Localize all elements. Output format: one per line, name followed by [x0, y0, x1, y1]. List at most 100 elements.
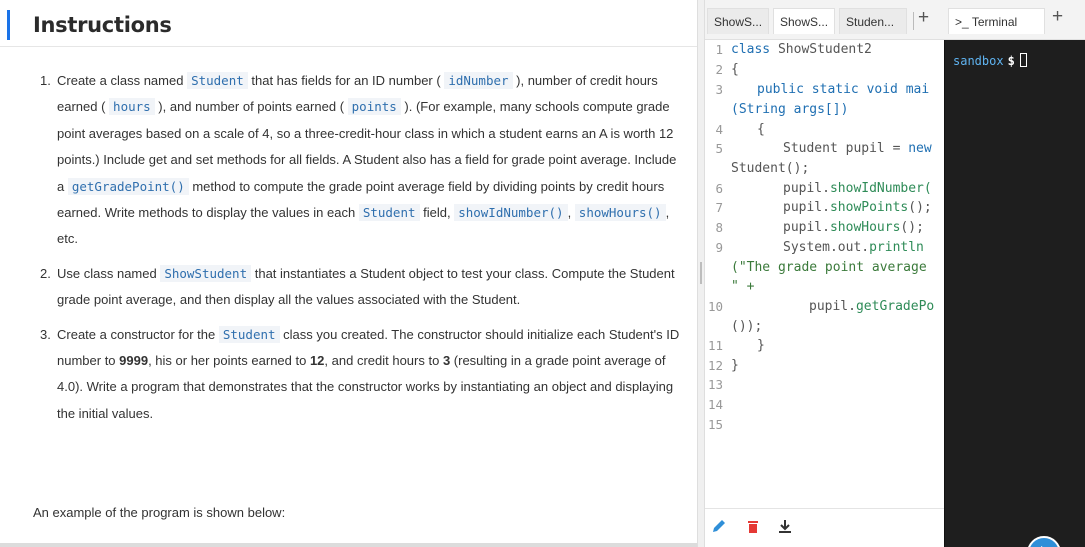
add-tab-icon[interactable]: + [918, 7, 929, 29]
code-token: pupil. [809, 299, 856, 314]
code-token: new [908, 141, 932, 156]
terminal-prompt: sandbox $ [953, 53, 1027, 68]
editor-footer-divider [705, 508, 944, 509]
text: Create a class named [57, 73, 188, 88]
code-span: showHours() [574, 204, 666, 222]
text: field, [419, 205, 455, 221]
code-span: points [347, 98, 401, 116]
code-span: idNumber [444, 72, 513, 89]
tab-showstudent-1[interactable]: ShowS... [707, 8, 769, 34]
line-number: 6 [715, 181, 723, 196]
text: that has fields for an ID number ( [247, 73, 445, 88]
code-token: pupil. [783, 220, 830, 235]
pencil-icon[interactable] [711, 518, 727, 534]
code-area[interactable]: 1 2 3 4 5 6 7 8 9 10 11 12 13 14 15 clas… [705, 40, 944, 510]
tab-terminal[interactable]: >_ Terminal [948, 8, 1045, 34]
code-token: pupil. [783, 181, 830, 196]
text: Use class named [57, 265, 161, 281]
example-caption: An example of the program is shown below… [33, 505, 286, 520]
bold-value: 12 [309, 353, 325, 369]
line-number: 7 [715, 200, 723, 215]
code-token: class [731, 42, 771, 57]
line-number: 4 [715, 122, 723, 137]
tab-student[interactable]: Studen... [839, 8, 907, 34]
line-number-gutter: 1 2 3 4 5 6 7 8 9 10 11 12 13 14 15 [705, 40, 727, 510]
code-line: pupil.showIdNumber( [783, 181, 932, 196]
text: Create a constructor for the [57, 326, 219, 342]
code-line: Student pupil = new [783, 141, 932, 156]
text: , [567, 205, 575, 221]
item-number: 2. [40, 265, 51, 281]
instruction-item-3: 3. Create a constructor for the Student … [40, 322, 680, 428]
item-number: 1. [40, 73, 51, 88]
instructions-panel: Instructions 1. Create a class named Stu… [0, 0, 697, 547]
prompt-directory: sandbox [953, 54, 1004, 68]
download-icon[interactable] [777, 518, 793, 534]
line-number: 1 [715, 42, 723, 57]
code-line: pupil.showHours(); [783, 220, 924, 235]
terminal-tabs: >_ Terminal + [944, 0, 1085, 40]
tab-separator [913, 12, 914, 30]
code-span: ShowStudent [160, 264, 252, 282]
terminal-tab-label: Terminal [971, 15, 1018, 29]
title-accent-bar [7, 10, 10, 40]
code-line: } [757, 338, 765, 353]
code-line: class ShowStudent2 [731, 42, 872, 57]
code-token: (); [900, 220, 924, 235]
terminal-body[interactable]: sandbox $ [944, 40, 1085, 547]
bold-value: 9999 [119, 353, 149, 369]
add-terminal-icon[interactable]: + [1052, 6, 1063, 28]
code-line: { [731, 62, 739, 77]
code-span: Student [187, 72, 248, 89]
line-number: 10 [707, 299, 723, 314]
text: , and credit hours to [324, 353, 443, 369]
instructions-title: Instructions [33, 13, 172, 37]
code-token: showHours [829, 220, 901, 235]
line-number: 15 [707, 417, 723, 432]
divider-grip[interactable] [700, 262, 702, 284]
code-line: ()); [731, 319, 763, 334]
code-span: hours [109, 98, 155, 116]
instruction-item-2: 2. Use class named ShowStudent that inst… [40, 261, 680, 314]
code-editor: ShowS... ShowS... Studen... + 1 2 3 4 5 … [705, 0, 952, 547]
trash-icon[interactable] [745, 518, 761, 534]
line-number: 5 [715, 141, 723, 156]
code-span: getGradePoint() [67, 177, 189, 195]
instructions-list: 1. Create a class named Student that has… [40, 68, 680, 435]
line-number: 8 [715, 220, 723, 235]
terminal-icon: >_ [955, 15, 969, 29]
tab-showstudent-2[interactable]: ShowS... [773, 8, 835, 34]
code-line: pupil.getGradePo [809, 299, 934, 314]
line-number: 13 [707, 377, 723, 392]
panel-divider-handle[interactable] [697, 0, 705, 547]
horizontal-scrollbar[interactable] [0, 543, 697, 547]
code-span: Student [358, 204, 420, 222]
code-line: " + [731, 279, 755, 294]
code-line: Student(); [731, 161, 810, 176]
instruction-item-1: 1. Create a class named Student that has… [40, 68, 680, 253]
code-token: ShowStudent2 [770, 42, 872, 57]
code-token: println [869, 240, 924, 255]
editor-tabs: ShowS... ShowS... Studen... + [705, 0, 944, 40]
code-token: getGradePo [855, 299, 935, 314]
code-token: (); [908, 200, 932, 215]
terminal-panel: >_ Terminal + sandbox $ [944, 0, 1085, 547]
text: , his or her points earned to [148, 353, 310, 369]
code-line: public static void mai [757, 82, 930, 97]
code-span: Student [218, 325, 280, 343]
header-divider [0, 46, 697, 47]
run-button[interactable] [1027, 536, 1061, 547]
text: ), and number of points earned ( [154, 99, 348, 115]
item-number: 3. [40, 326, 51, 342]
code-line: ("The grade point average [731, 260, 927, 275]
line-number: 9 [715, 240, 723, 255]
line-number: 11 [707, 338, 723, 353]
line-number: 2 [715, 62, 723, 77]
code-line: System.out.println [783, 240, 924, 255]
code-line: } [731, 358, 739, 373]
line-number: 3 [715, 82, 723, 97]
code-token: System.out. [783, 240, 870, 255]
code-token: pupil. [783, 200, 830, 215]
code-line: (String args[]) [731, 102, 849, 117]
terminal-cursor [1019, 53, 1027, 67]
